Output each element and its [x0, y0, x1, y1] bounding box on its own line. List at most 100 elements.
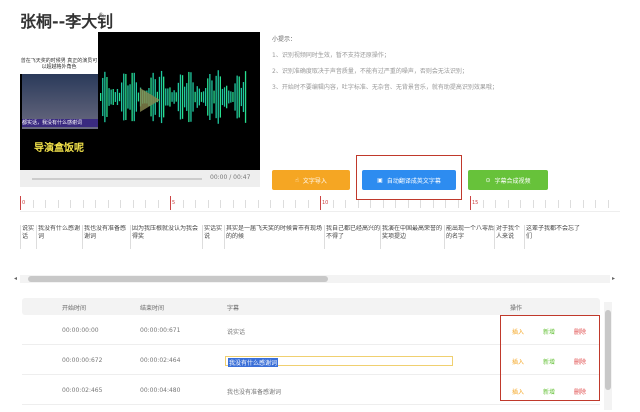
timeline-ruler[interactable]: 0 5 10 15 [20, 196, 620, 212]
ruler-tick [20, 196, 21, 210]
subtitle-segment[interactable]: 我演在中国最高荣誉的奖项提边 [380, 225, 444, 249]
tip-item: 2、识别准确度取决于声音质量，不能有过严重的噪声，否则会无法识别； [272, 68, 468, 75]
tips-panel: 小提示： 1、识别视频同时生效，暂不支持还原操作； 2、识别准确度取决于声音质量… [272, 32, 498, 96]
wave-bar [236, 75, 238, 119]
wave-bar [202, 91, 205, 103]
player-time: 00:00 / 00:47 [210, 174, 251, 181]
horizontal-scrollbar[interactable] [20, 275, 610, 283]
wave-bar [184, 86, 186, 108]
ruler-tick [82, 200, 84, 208]
subtitle-segment[interactable]: 说实话 [20, 225, 36, 249]
ruler-tick [70, 200, 71, 208]
button-label: 文字导入 [302, 177, 327, 185]
wave-bar [112, 89, 114, 105]
ruler-tick [345, 200, 346, 208]
col-ops: 操作 [510, 305, 523, 312]
ruler-tick [407, 200, 409, 208]
ruler-tick [257, 200, 259, 208]
end-time: 00:00:04:480 [140, 387, 181, 394]
wave-bar [213, 90, 215, 104]
table-header: 开始时间 结束时间 字幕 操作 [22, 298, 600, 315]
wave-bar [169, 87, 171, 107]
ruler-tick [32, 200, 34, 208]
ruler-tick [157, 200, 159, 208]
thumb-caption: 都实话，我没有什么感谢词 [22, 119, 98, 127]
wave-bar [188, 71, 190, 123]
subtitle-text[interactable]: 我也没有准备感谢词 [227, 387, 281, 396]
video-player[interactable]: 曾在飞天奖的时候男 真正的演员可以超越格外角色 都实话，我没有什么感谢词 导演盒… [20, 32, 260, 187]
tip-item: 1、识别视频同时生效，暂不支持还原操作； [272, 52, 390, 59]
ruler-tick [195, 200, 196, 208]
ruler-tick [107, 200, 109, 208]
subtitle-segment[interactable]: 因为我压根就没认为我会得奖 [130, 225, 202, 249]
wave-bar [163, 76, 165, 118]
wave-bar [194, 91, 196, 103]
subtitle-segment[interactable]: 实话实说 [202, 225, 224, 249]
wave-bar [171, 92, 173, 102]
ruler-tick [432, 200, 434, 208]
wave-bar [186, 83, 188, 111]
progress-bar[interactable] [32, 178, 202, 180]
end-time: 00:00:00:671 [140, 327, 181, 334]
wave-bar [240, 87, 242, 107]
wave-bar [198, 88, 200, 106]
tip-item: 3、开始时不要编辑内容，吐字标准、无杂音、无背景音乐，就有助提高识别效果哦； [272, 84, 498, 91]
wave-bar [223, 87, 226, 107]
subtitle-segment[interactable]: 我没有什么感谢词 [36, 225, 82, 249]
generate-video-button[interactable]: ⊙ 字幕合成视频 [468, 170, 548, 190]
ruler-tick [545, 200, 546, 208]
tips-heading: 小提示： [272, 36, 297, 43]
wave-bar [100, 93, 102, 101]
wave-bar [137, 92, 140, 102]
ruler-tick [145, 200, 146, 208]
pencil-icon[interactable]: ✎ [98, 10, 107, 23]
wave-bar [104, 71, 106, 123]
wave-bar [160, 70, 163, 124]
vertical-scrollbar[interactable] [604, 302, 612, 410]
subtitle-edit-input[interactable]: 我没有什么感谢词 [225, 356, 453, 367]
ruler-tick [520, 200, 521, 208]
col-subtitle: 字幕 [227, 305, 240, 312]
wave-bar [217, 70, 219, 124]
start-time: 00:00:00:00 [62, 327, 99, 334]
wave-bar [207, 78, 209, 116]
subtitle-segment[interactable]: 我也没有准备感谢词 [82, 225, 130, 249]
play-icon[interactable] [140, 88, 160, 112]
ruler-tick [307, 200, 309, 208]
subtitle-segment[interactable]: 我自己都已经高兴的不得了 [324, 225, 380, 249]
subtitle-segment[interactable]: 能出现一个八零后的名字 [444, 225, 494, 249]
selected-text: 我没有什么感谢词 [228, 358, 279, 367]
highlight-box [500, 315, 600, 401]
scroll-thumb[interactable] [28, 276, 328, 282]
ruler-tick [232, 200, 234, 208]
wave-bar [106, 77, 108, 117]
start-time: 00:00:02:465 [62, 387, 103, 394]
ruler-tick [45, 200, 46, 208]
wave-bar [110, 89, 112, 105]
ruler-tick [270, 200, 271, 208]
ruler-tick [282, 200, 284, 208]
ruler-tick [570, 200, 571, 208]
wave-bar [200, 92, 203, 102]
wave-bar [221, 88, 224, 106]
subtitle-segment[interactable]: 这辈子我都不会忘了们 [524, 225, 584, 249]
col-end: 结束时间 [140, 305, 165, 312]
wave-bar [108, 88, 110, 106]
ruler-tick [557, 200, 559, 208]
subtitle-track[interactable]: 说实话 我没有什么感谢词 我也没有准备感谢词 因为我压根就没认为我会得奖 实话实说 其实是… [20, 225, 620, 249]
scroll-right-icon[interactable]: ▸ [612, 275, 615, 282]
text-import-button[interactable]: ☝ 文字导入 [272, 170, 350, 190]
wave-bar [234, 83, 236, 111]
scroll-left-icon[interactable]: ◂ [14, 275, 17, 282]
wave-bar [230, 91, 232, 103]
ruler-tick [120, 200, 121, 208]
wave-bar [165, 88, 167, 106]
subtitle-segment[interactable]: 对于我个人来说 [494, 225, 524, 249]
wave-bar [242, 82, 245, 112]
ruler-tick [495, 200, 496, 208]
subtitle-text[interactable]: 说实话 [227, 327, 245, 336]
subtitle-segment[interactable]: 其实是一届飞天奖的时候曾市有现场的的候 [224, 225, 324, 249]
ruler-tick [370, 200, 371, 208]
hand-icon: ☝ [295, 176, 299, 184]
scroll-thumb[interactable] [605, 310, 611, 390]
